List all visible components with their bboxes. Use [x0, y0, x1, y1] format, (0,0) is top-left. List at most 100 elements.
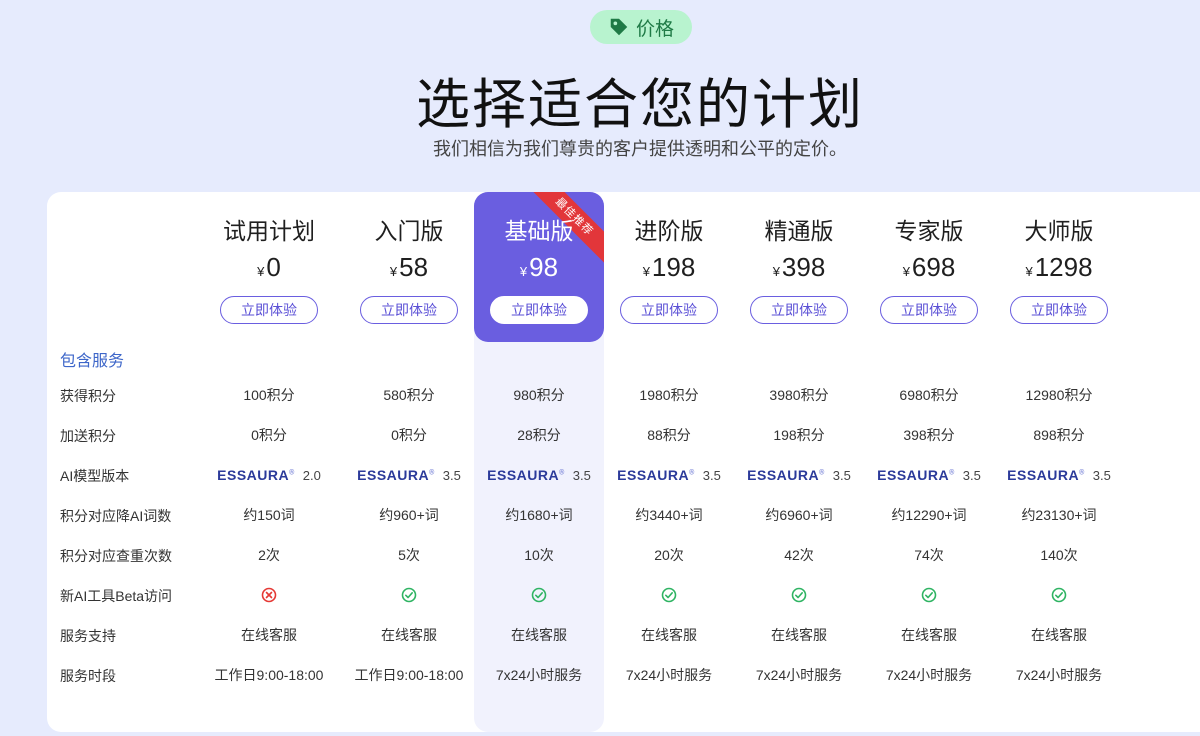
plan-price: ¥0	[204, 252, 334, 283]
check-icon	[864, 585, 994, 605]
price-amount: 58	[399, 252, 429, 282]
try-now-button[interactable]: 立即体验	[220, 296, 318, 324]
section-label: 包含服务	[60, 353, 125, 370]
feature-value: 1980积分	[639, 387, 699, 403]
plan-price: ¥98	[474, 252, 604, 283]
feature-value: 198积分	[773, 427, 825, 443]
plan-name: 入门版	[374, 218, 444, 244]
try-now-button[interactable]: 立即体验	[490, 296, 588, 324]
feature-value: 2次	[258, 547, 280, 563]
try-now-button[interactable]: 立即体验	[880, 296, 978, 324]
feature-value: 约150词	[243, 507, 295, 523]
essaura-logo: ESSAURA®	[217, 467, 295, 483]
feature-value: 约12290+词	[891, 507, 967, 523]
feature-label: 服务时段	[60, 668, 116, 684]
plan-name: 试用计划	[223, 218, 315, 244]
feature-label: 新AI工具Beta访问	[60, 588, 173, 604]
plan-name: 基础版	[504, 218, 574, 244]
feature-value: 在线客服	[511, 627, 567, 643]
feature-value: 约6960+词	[765, 507, 833, 523]
plan-price: ¥1298	[994, 252, 1124, 283]
model-version: 2.0	[302, 467, 321, 483]
feature-value: 6980积分	[899, 387, 959, 403]
feature-value: 5次	[398, 547, 420, 563]
price-badge: 价格	[590, 10, 692, 44]
model-version-cell: ESSAURA® 3.5	[344, 465, 474, 485]
feature-value: 在线客服	[641, 627, 697, 643]
check-icon	[474, 585, 604, 605]
feature-value: 74次	[914, 547, 944, 563]
feature-label: AI模型版本	[60, 468, 130, 484]
essaura-logo: ESSAURA®	[747, 467, 825, 483]
essaura-logo: ESSAURA®	[487, 467, 565, 483]
price-amount: 398	[781, 252, 826, 282]
check-icon	[734, 585, 864, 605]
feature-value: 工作日9:00-18:00	[214, 667, 324, 683]
feature-label: 加送积分	[60, 428, 116, 444]
feature-value: 42次	[784, 547, 814, 563]
feature-value: 20次	[654, 547, 684, 563]
badge-label: 价格	[635, 18, 674, 40]
check-icon	[604, 585, 734, 605]
try-now-button[interactable]: 立即体验	[620, 296, 718, 324]
feature-value: 约960+词	[379, 507, 439, 523]
model-version-cell: ESSAURA® 3.5	[474, 465, 604, 485]
try-now-button[interactable]: 立即体验	[750, 296, 848, 324]
price-amount: 0	[266, 252, 281, 282]
feature-label: 服务支持	[60, 628, 116, 644]
model-version: 3.5	[962, 467, 981, 483]
plan-name: 进阶版	[634, 218, 704, 244]
feature-value: 88积分	[647, 427, 691, 443]
feature-value: 10次	[524, 547, 554, 563]
model-version-cell: ESSAURA® 3.5	[864, 465, 994, 485]
try-now-button[interactable]: 立即体验	[1010, 296, 1108, 324]
feature-value: 在线客服	[241, 627, 297, 643]
feature-value: 约1680+词	[505, 507, 573, 523]
check-icon	[344, 585, 474, 605]
feature-value: 约3440+词	[635, 507, 703, 523]
cross-icon	[204, 585, 334, 605]
price-amount: 198	[651, 252, 696, 282]
feature-value: 0积分	[391, 427, 427, 443]
plan-price: ¥398	[734, 252, 864, 283]
feature-label: 积分对应降AI词数	[60, 508, 172, 524]
feature-value: 28积分	[517, 427, 561, 443]
feature-value: 7x24小时服务	[1015, 667, 1103, 683]
feature-value: 在线客服	[771, 627, 827, 643]
essaura-logo: ESSAURA®	[617, 467, 695, 483]
feature-value: 100积分	[243, 387, 295, 403]
plan-name: 精通版	[764, 218, 834, 244]
model-version: 3.5	[572, 467, 591, 483]
plan-price: ¥198	[604, 252, 734, 283]
plan-name: 大师版	[1024, 218, 1094, 244]
page-title: 选择适合您的计划	[416, 75, 864, 135]
model-version-cell: ESSAURA® 2.0	[204, 465, 334, 485]
try-now-button[interactable]: 立即体验	[360, 296, 458, 324]
feature-value: 在线客服	[1031, 627, 1087, 643]
feature-value: 7x24小时服务	[885, 667, 973, 683]
essaura-logo: ESSAURA®	[357, 467, 435, 483]
currency-symbol: ¥	[642, 264, 650, 279]
feature-value: 约23130+词	[1021, 507, 1097, 523]
feature-value: 7x24小时服务	[755, 667, 843, 683]
feature-value: 12980积分	[1025, 387, 1093, 403]
feature-value: 140次	[1040, 547, 1078, 563]
feature-value: 在线客服	[381, 627, 437, 643]
plan-price: ¥698	[864, 252, 994, 283]
price-amount: 98	[529, 252, 559, 282]
feature-value: 7x24小时服务	[495, 667, 583, 683]
model-version: 3.5	[832, 467, 851, 483]
essaura-logo: ESSAURA®	[877, 467, 955, 483]
feature-value: 在线客服	[901, 627, 957, 643]
feature-value: 3980积分	[769, 387, 829, 403]
feature-value: 580积分	[383, 387, 435, 403]
currency-symbol: ¥	[772, 264, 780, 279]
plan-price: ¥58	[344, 252, 474, 283]
currency-symbol: ¥	[257, 264, 265, 279]
feature-value: 7x24小时服务	[625, 667, 713, 683]
feature-value: 398积分	[903, 427, 955, 443]
plan-name: 专家版	[894, 218, 964, 244]
essaura-logo: ESSAURA®	[1007, 467, 1085, 483]
feature-value: 980积分	[513, 387, 565, 403]
currency-symbol: ¥	[519, 264, 528, 279]
